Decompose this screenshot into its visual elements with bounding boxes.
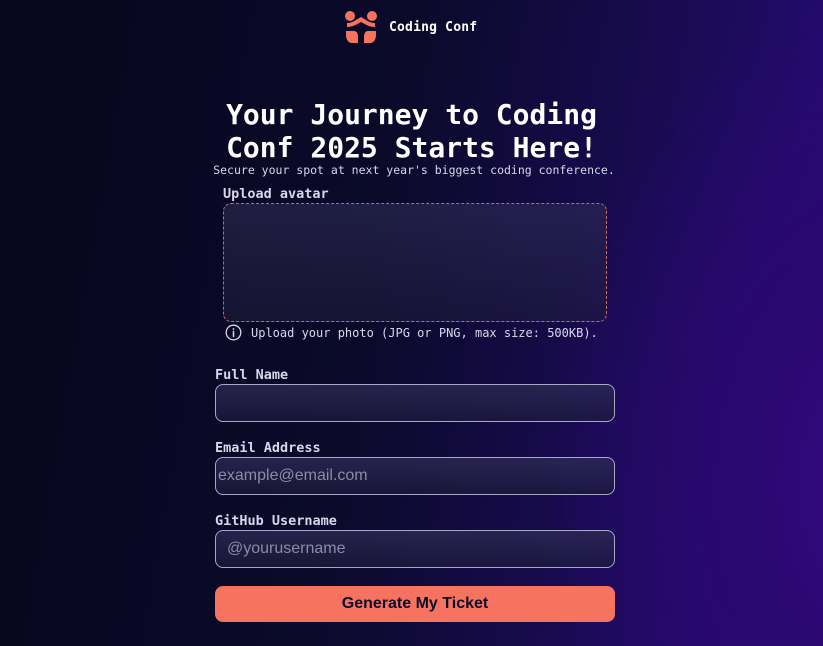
github-username-input[interactable] [215, 530, 615, 568]
full-name-input[interactable] [215, 384, 615, 422]
brand-name: Coding Conf [389, 19, 478, 35]
avatar-upload-dropzone[interactable] [223, 203, 607, 322]
generate-ticket-button[interactable]: Generate My Ticket [215, 586, 615, 622]
avatar-label: Upload avatar [223, 186, 329, 202]
email-label: Email Address [215, 440, 321, 456]
github-label: GitHub Username [215, 513, 337, 529]
page-subtitle: Secure your spot at next year's biggest … [213, 163, 615, 177]
avatar-hint-text: Upload your photo (JPG or PNG, max size:… [251, 325, 598, 340]
avatar-hint: Upload your photo (JPG or PNG, max size:… [225, 324, 598, 341]
info-icon [225, 324, 242, 341]
page-title-line-1: Your Journey to Coding [226, 98, 597, 131]
page-title: Your Journey to Coding Conf 2025 Starts … [0, 98, 823, 164]
email-input[interactable] [215, 457, 615, 495]
page-title-line-2: Conf 2025 Starts Here! [226, 131, 597, 164]
brand-logo: Coding Conf [345, 11, 477, 43]
full-name-label: Full Name [215, 367, 289, 383]
coding-conf-logo-icon [345, 11, 377, 43]
